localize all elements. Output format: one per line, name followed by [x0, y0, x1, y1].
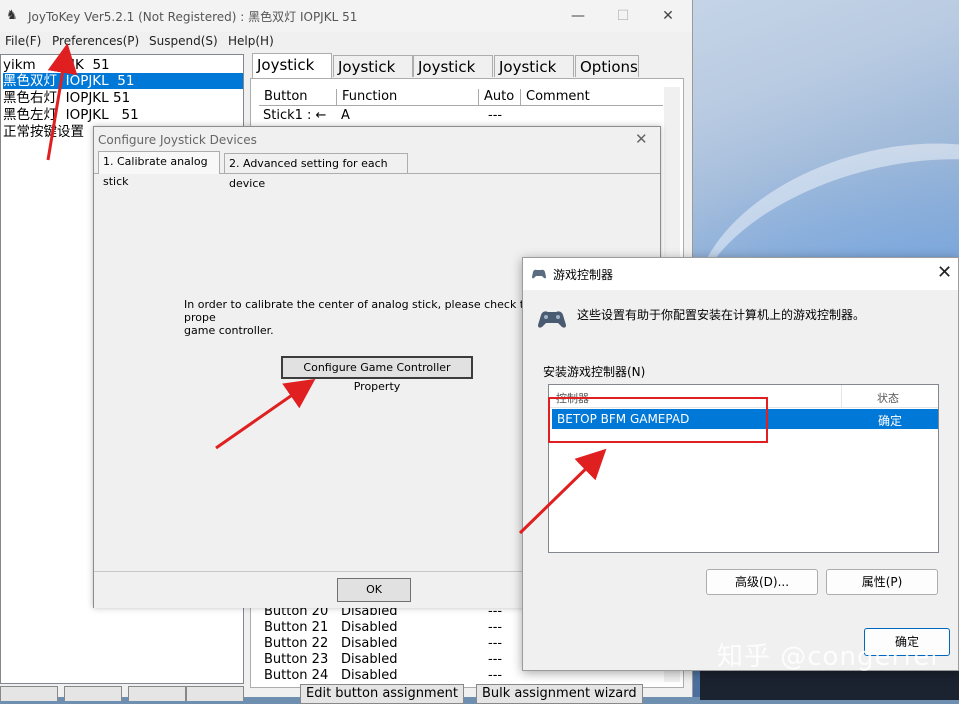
annotation-highlight-box	[548, 397, 768, 443]
cell-function: Disabled	[341, 652, 398, 667]
cell-button: Button 22	[264, 636, 329, 651]
column-status[interactable]: 状态	[877, 390, 899, 406]
advanced-button[interactable]: 高级(D)...	[706, 569, 818, 595]
close-button[interactable]: ✕	[646, 4, 690, 28]
cell-auto: ---	[488, 636, 503, 651]
close-icon[interactable]: ✕	[937, 262, 952, 283]
column-auto[interactable]: Auto	[479, 89, 521, 105]
gc-titlebar: 游戏控制器 ✕	[523, 258, 958, 290]
profile-buttons-row	[0, 686, 250, 701]
cell-function: Disabled	[341, 636, 398, 651]
cell-auto: ---	[488, 652, 503, 667]
tab-calibrate-analog-stick[interactable]: 1. Calibrate analog stick	[98, 151, 220, 188]
cell-function: Disabled	[341, 668, 398, 682]
profile-item[interactable]: yikm UIJK 51	[3, 57, 243, 73]
ok-button[interactable]: OK	[337, 578, 411, 602]
menu-preferences[interactable]: Preferences(P)	[52, 34, 139, 48]
bulk-assignment-wizard-button[interactable]: Bulk assignment wizard	[476, 684, 643, 704]
profile-create-button[interactable]	[0, 686, 58, 701]
minimize-button[interactable]: —	[556, 4, 600, 28]
profile-item[interactable]: 黑色左灯 IOPJKL 51	[3, 107, 243, 123]
calibrate-message-line2: game controller.	[184, 324, 274, 337]
tab-joystick-2[interactable]: Joystick 2	[333, 55, 413, 98]
menu-file[interactable]: File(F)	[5, 34, 41, 48]
properties-button[interactable]: 属性(P)	[826, 569, 938, 595]
controller-status: 确定	[878, 414, 903, 428]
close-icon[interactable]: ✕	[635, 130, 648, 148]
dialog-title: 游戏控制器	[553, 268, 614, 282]
window-title: JoyToKey Ver5.2.1 (Not Registered) : 黑色双…	[28, 10, 358, 24]
cell-button: Stick1 : ←	[263, 108, 327, 123]
table-row[interactable]: Stick1 : ← A ---	[261, 108, 661, 124]
joystick-tabs: Joystick 1 Joystick 2 Joystick 3 Joystic…	[250, 53, 690, 98]
gc-description: 这些设置有助于你配置安装在计算机上的游戏控制器。	[577, 308, 866, 322]
profile-item-selected[interactable]: 黑色双灯 IOPJKL 51	[3, 73, 243, 89]
gamepad-large-icon	[538, 311, 566, 328]
watermark: 知乎 @congerfei	[717, 642, 939, 672]
gamepad-icon	[532, 269, 546, 279]
cell-button: Button 21	[264, 620, 329, 635]
column-comment[interactable]: Comment	[521, 89, 663, 105]
cell-button: Button 24	[264, 668, 329, 682]
cell-auto: ---	[488, 668, 503, 682]
cell-function: Disabled	[341, 620, 398, 635]
cell-auto: ---	[488, 620, 503, 635]
assignment-actions: Edit button assignment Bulk assignment w…	[300, 684, 680, 704]
menu-help[interactable]: Help(H)	[228, 34, 274, 48]
profile-item[interactable]: 黑色右灯 IOPJKL 51	[3, 90, 243, 106]
grid-header: Button Function Auto Comment	[259, 87, 663, 106]
column-function[interactable]: Function	[337, 89, 479, 105]
profile-copy-button[interactable]	[128, 686, 186, 701]
game-controllers-dialog: 游戏控制器 ✕ 这些设置有助于你配置安装在计算机上的游戏控制器。 安装游戏控制器…	[522, 257, 959, 671]
menu-suspend[interactable]: Suspend(S)	[149, 34, 218, 48]
joytokey-app-icon: ♞	[6, 8, 18, 23]
configure-game-controller-button[interactable]: Configure Game Controller Property	[281, 356, 473, 393]
tab-joystick-4[interactable]: Joystick 4	[494, 55, 574, 98]
tab-joystick-3[interactable]: Joystick 3	[413, 55, 493, 98]
calibrate-message: In order to calibrate the center of anal…	[184, 298, 544, 337]
menu-bar: File(F) Preferences(P) Suspend(S) Help(H…	[0, 32, 692, 52]
edit-button-assignment-button[interactable]: Edit button assignment	[300, 684, 464, 704]
calibrate-message-line1: In order to calibrate the center of anal…	[184, 298, 538, 324]
cell-auto: ---	[488, 108, 503, 123]
cell-function: A	[341, 108, 350, 123]
joytokey-titlebar: ♞ JoyToKey Ver5.2.1 (Not Registered) : 黑…	[0, 0, 692, 32]
installed-controllers-label: 安装游戏控制器(N)	[543, 365, 646, 379]
profile-rename-button[interactable]	[64, 686, 122, 701]
tab-joystick-1[interactable]: Joystick 1	[252, 53, 332, 96]
maximize-button[interactable]: ☐	[601, 4, 645, 28]
column-button[interactable]: Button	[259, 89, 337, 105]
column-divider	[841, 385, 842, 407]
tab-advanced-setting[interactable]: 2. Advanced setting for each device	[224, 153, 408, 190]
cell-button: Button 23	[264, 652, 329, 667]
tab-options[interactable]: Options	[575, 55, 639, 77]
profile-delete-button[interactable]	[186, 686, 244, 701]
dialog-title: Configure Joystick Devices	[98, 133, 257, 147]
